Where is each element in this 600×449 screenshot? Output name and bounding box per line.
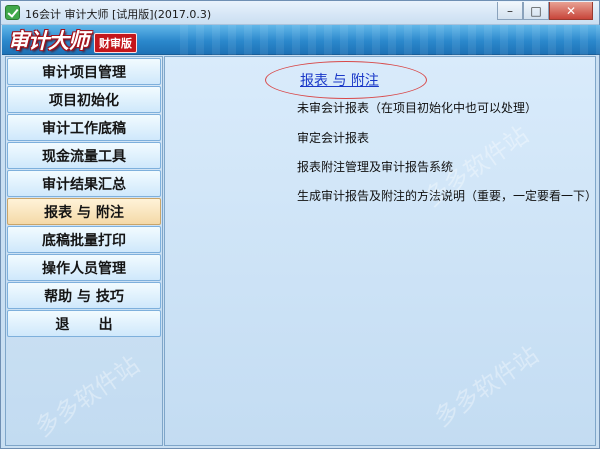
close-button[interactable]: ✕ (549, 2, 593, 20)
sidebar-item-reports-notes[interactable]: 报表 与 附注 (7, 198, 161, 225)
sidebar-item-audit-projects[interactable]: 审计项目管理 (7, 58, 161, 85)
sidebar-item-help-tips[interactable]: 帮助 与 技巧 (7, 282, 161, 309)
sidebar-item-batch-print[interactable]: 底稿批量打印 (7, 226, 161, 253)
sidebar-item-working-papers[interactable]: 审计工作底稿 (7, 114, 161, 141)
window-controls: – □ ✕ (497, 2, 593, 22)
link-unaudited-reports[interactable]: 未审会计报表（在项目初始化中也可以处理） (297, 99, 537, 116)
link-notes-report-system[interactable]: 报表附注管理及审计报告系统 (297, 158, 453, 175)
maximize-button[interactable]: □ (523, 2, 549, 20)
sidebar-item-exit[interactable]: 退 出 (7, 310, 161, 337)
watermark-text-3: 多多软件站 (429, 340, 544, 433)
window-title: 16会计 审计大师 [试用版](2017.0.3) (25, 8, 212, 21)
app-logo: 审计大师 财审版 (8, 26, 137, 54)
section-title-link[interactable]: 报表 与 附注 (300, 70, 379, 90)
title-bar: 16会计 审计大师 [试用版](2017.0.3) – □ ✕ (1, 1, 599, 25)
link-audited-reports[interactable]: 审定会计报表 (297, 129, 369, 146)
sidebar-item-operator-mgmt[interactable]: 操作人员管理 (7, 254, 161, 281)
edition-badge: 财审版 (94, 33, 137, 53)
sidebar-menu: 审计项目管理 项目初始化 审计工作底稿 现金流量工具 审计结果汇总 报表 与 附… (5, 56, 163, 446)
minimize-button[interactable]: – (497, 2, 523, 20)
watermark-text: 多多软件站 (30, 350, 145, 443)
app-check-icon (5, 5, 20, 20)
banner-pattern (180, 25, 600, 55)
app-window: 16会计 审计大师 [试用版](2017.0.3) – □ ✕ 审计大师 财审版… (0, 0, 600, 449)
sidebar-item-results-summary[interactable]: 审计结果汇总 (7, 170, 161, 197)
sidebar-item-project-init[interactable]: 项目初始化 (7, 86, 161, 113)
logo-text: 审计大师 (8, 28, 89, 53)
sidebar-item-cashflow-tools[interactable]: 现金流量工具 (7, 142, 161, 169)
app-banner: 审计大师 财审版 (2, 25, 600, 55)
link-report-method-guide[interactable]: 生成审计报告及附注的方法说明（重要，一定要看一下） (297, 187, 595, 204)
main-content-panel: 报表 与 附注 未审会计报表（在项目初始化中也可以处理） 审定会计报表 报表附注… (164, 56, 596, 446)
